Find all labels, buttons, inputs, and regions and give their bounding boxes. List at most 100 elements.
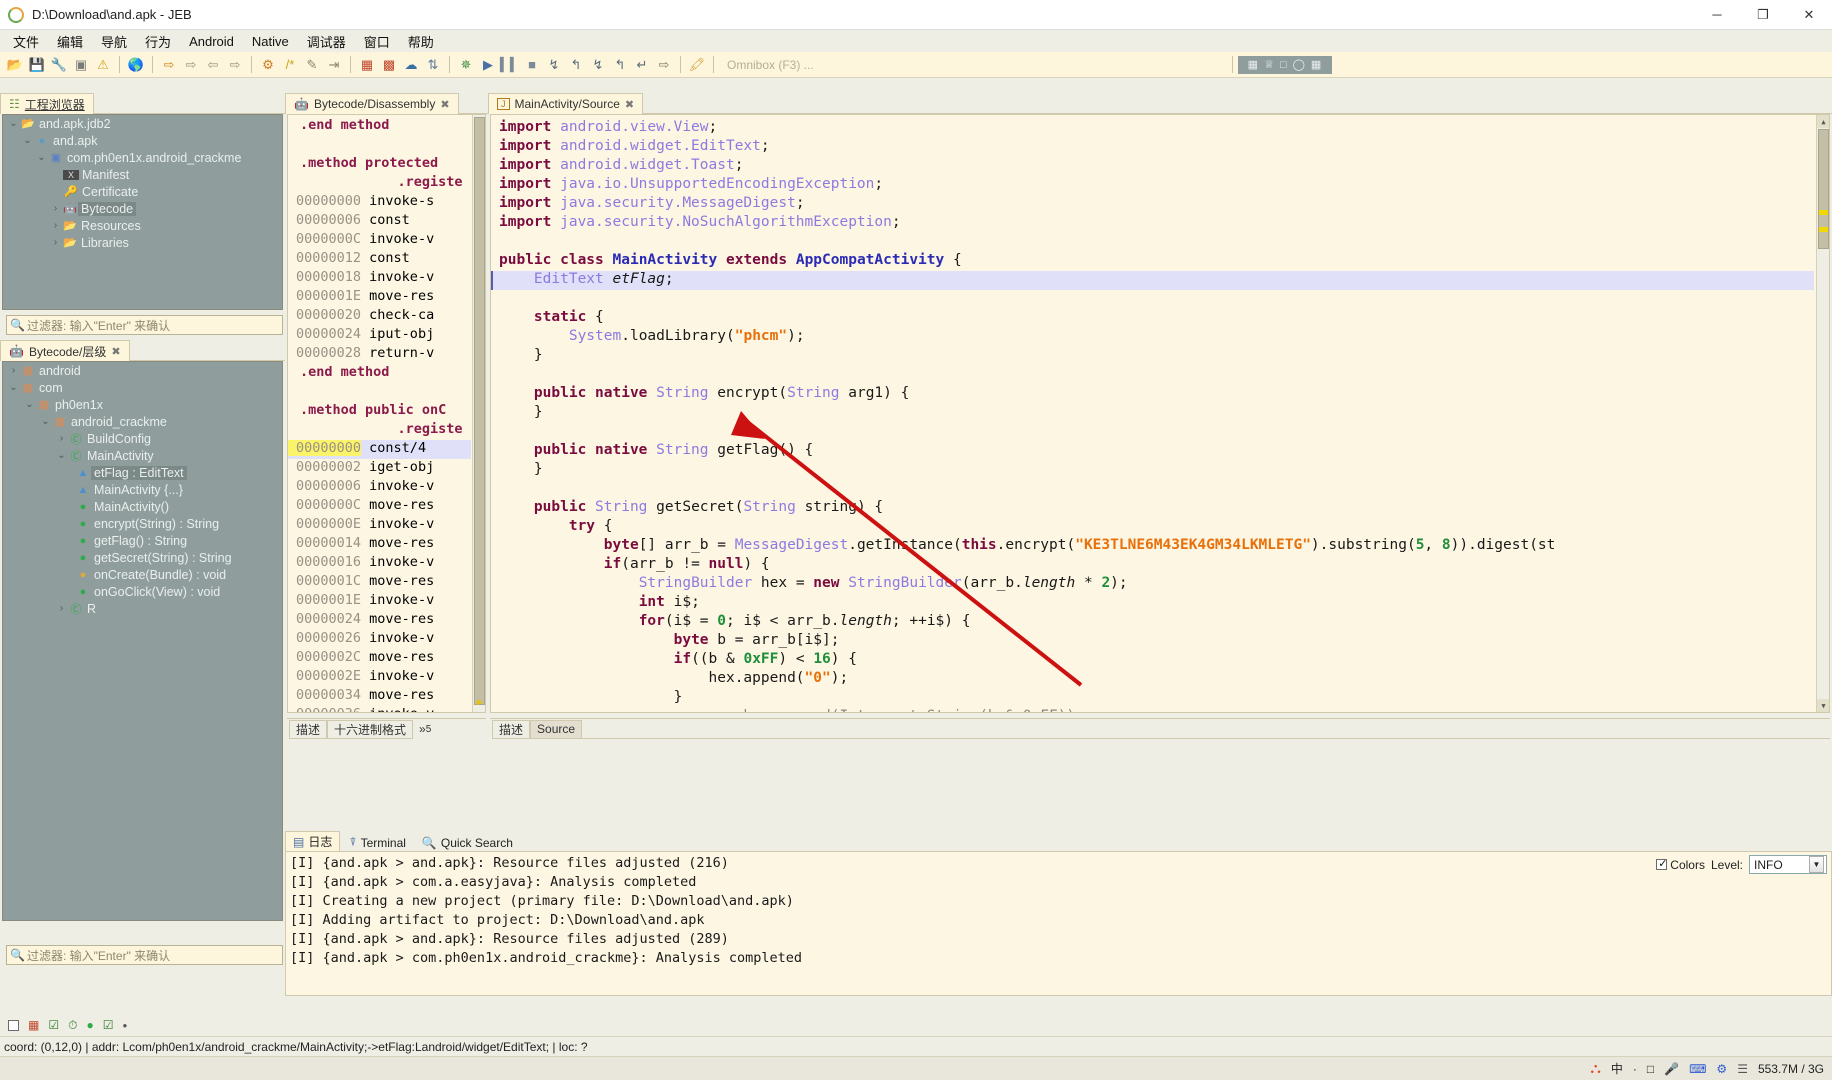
- chevron-down-icon[interactable]: ⌄: [35, 152, 48, 163]
- open-folder-icon[interactable]: 📂: [4, 54, 26, 76]
- chevron-down-icon[interactable]: ⌄: [7, 118, 20, 129]
- hier-item-encrypt[interactable]: ● encrypt(String) : String: [3, 515, 282, 532]
- wrench-icon[interactable]: 🔧: [48, 54, 70, 76]
- menu-item-debugger[interactable]: 调试器: [298, 30, 355, 53]
- chevron-down-icon[interactable]: ⌄: [21, 135, 34, 146]
- forward-arrow-icon[interactable]: ⇨: [224, 54, 246, 76]
- memory-indicator[interactable]: 553.7M / 3G: [1758, 1062, 1824, 1076]
- package-icon[interactable]: ▣: [70, 54, 92, 76]
- chevron-right-icon[interactable]: ›: [7, 365, 20, 376]
- hierarchy-tree[interactable]: › ▦ android ⌄ ▦ com ⌄ ▦ ph0en1x ⌄ ▦ andr…: [2, 361, 283, 921]
- tree-item-bytecode[interactable]: › 🤖 Bytecode: [3, 200, 282, 217]
- chevron-right-icon[interactable]: ›: [49, 220, 62, 231]
- subtab-description[interactable]: 描述: [289, 719, 328, 739]
- tree-item-and-apk[interactable]: ⌄ ● and.apk: [3, 132, 282, 149]
- omnibox-input[interactable]: Omnibox (F3) ...: [719, 55, 1227, 75]
- hier-item-ph0en1x[interactable]: ⌄ ▦ ph0en1x: [3, 396, 282, 413]
- subtab-description[interactable]: 描述: [492, 719, 531, 739]
- menu-item-window[interactable]: 窗口: [355, 30, 399, 53]
- check-green-icon[interactable]: ☑: [48, 1018, 59, 1032]
- step-return-icon[interactable]: ↰: [565, 54, 587, 76]
- ime-toolbox-icon[interactable]: ⚙: [1716, 1062, 1727, 1076]
- tab-project-explorer[interactable]: ☷ 工程浏览器: [0, 93, 94, 114]
- subtab-source[interactable]: Source: [530, 719, 583, 739]
- bytecode-view[interactable]: .end method .method protected .registe 0…: [287, 114, 486, 713]
- tree-item-package[interactable]: ⌄ ▣ com.ph0en1x.android_crackme: [3, 149, 282, 166]
- step-over-icon[interactable]: ⇨: [180, 54, 202, 76]
- tab-quick-search[interactable]: 🔍 Quick Search: [415, 835, 520, 851]
- menu-item-native[interactable]: Native: [243, 32, 298, 51]
- step-return2-icon[interactable]: ↰: [609, 54, 631, 76]
- close-icon[interactable]: ✖: [625, 98, 634, 111]
- save-icon[interactable]: 💾: [26, 54, 48, 76]
- scroll-down-arrow-icon[interactable]: ▼: [1817, 699, 1829, 712]
- debug-bug-icon[interactable]: ✵: [455, 54, 477, 76]
- subtab-more[interactable]: » 5: [413, 720, 437, 739]
- ime-shape-icon[interactable]: □: [1647, 1062, 1654, 1076]
- dot-green-icon[interactable]: ●: [86, 1018, 93, 1032]
- globe-icon[interactable]: 🌎: [125, 54, 147, 76]
- chevron-down-icon[interactable]: ⌄: [7, 382, 20, 393]
- checkbox-icon[interactable]: [8, 1019, 19, 1031]
- hier-item-android[interactable]: › ▦ android: [3, 362, 282, 379]
- chevron-right-icon[interactable]: ›: [55, 603, 68, 614]
- bytecode-vertical-scrollbar[interactable]: [472, 115, 485, 712]
- hier-item-ongoclick[interactable]: ● onGoClick(View) : void: [3, 583, 282, 600]
- ime-keyboard-icon[interactable]: ⌨: [1689, 1062, 1706, 1076]
- export-icon[interactable]: ⇥: [323, 54, 345, 76]
- tab-terminal[interactable]: ⍒ Terminal: [342, 834, 413, 851]
- chevron-right-icon[interactable]: ›: [55, 433, 68, 444]
- step-down2-icon[interactable]: ↯: [587, 54, 609, 76]
- hier-item-android-crackme[interactable]: ⌄ ▦ android_crackme: [3, 413, 282, 430]
- minimize-button[interactable]: ─: [1694, 0, 1740, 30]
- menu-item-edit[interactable]: 编辑: [48, 30, 92, 53]
- log-level-select[interactable]: INFO ▼: [1749, 855, 1827, 874]
- menu-item-file[interactable]: 文件: [4, 30, 48, 53]
- ime-mode-chinese[interactable]: 中: [1611, 1060, 1623, 1077]
- hier-item-buildconfig[interactable]: › Ⓒ BuildConfig: [3, 430, 282, 447]
- step-down-icon[interactable]: ↯: [543, 54, 565, 76]
- hier-item-etflag[interactable]: ▲ etFlag : EditText: [3, 464, 282, 481]
- close-icon[interactable]: ✖: [440, 98, 449, 111]
- step-branch-icon[interactable]: ↵: [631, 54, 653, 76]
- hier-item-getflag[interactable]: ● getFlag() : String: [3, 532, 282, 549]
- highlighter-icon[interactable]: 🖍: [686, 54, 708, 76]
- comment-icon[interactable]: /*: [279, 54, 301, 76]
- pause-icon[interactable]: ▍▍: [499, 54, 521, 76]
- tab-bytecode-hierarchy[interactable]: 🤖 Bytecode/层级 ✖: [0, 340, 130, 361]
- project-filter-input[interactable]: 🔍 过滤器: 输入"Enter" 来确认: [6, 315, 283, 335]
- colors-checkbox[interactable]: ✓ Colors: [1656, 858, 1705, 872]
- hier-item-mainactivity[interactable]: ⌄ Ⓒ MainActivity: [3, 447, 282, 464]
- menu-item-action[interactable]: 行为: [136, 30, 180, 53]
- hier-item-getsecret[interactable]: ● getSecret(String) : String: [3, 549, 282, 566]
- chevron-down-icon[interactable]: ▼: [1809, 856, 1824, 873]
- hierarchy-filter-input[interactable]: 🔍 过滤器: 输入"Enter" 来确认: [6, 945, 283, 965]
- scrollbar-thumb[interactable]: [474, 117, 485, 705]
- tree-item-manifest[interactable]: X Manifest: [3, 166, 282, 183]
- grid-icon[interactable]: ▦: [356, 54, 378, 76]
- menu-item-help[interactable]: 帮助: [399, 30, 443, 53]
- tab-bytecode-disassembly[interactable]: 🤖 Bytecode/Disassembly ✖: [285, 93, 459, 114]
- log-output[interactable]: [I] {and.apk > and.apk}: Resource files …: [285, 851, 1832, 996]
- sort-icon[interactable]: ⇅: [422, 54, 444, 76]
- source-vertical-scrollbar[interactable]: ▲ ▼: [1816, 115, 1829, 712]
- warning-icon[interactable]: ⚠: [92, 54, 114, 76]
- check2-icon[interactable]: ☑: [103, 1018, 114, 1032]
- source-code-view[interactable]: import android.view.View; import android…: [490, 114, 1830, 713]
- menu-item-android[interactable]: Android: [180, 32, 243, 51]
- close-button[interactable]: ✕: [1786, 0, 1832, 30]
- chevron-right-icon[interactable]: ›: [49, 237, 62, 248]
- tab-mainactivity-source[interactable]: J MainActivity/Source ✖: [488, 93, 644, 114]
- tree-item-certificate[interactable]: 🔑 Certificate: [3, 183, 282, 200]
- tab-log[interactable]: ▤ 日志: [285, 831, 341, 851]
- hier-item-oncreate[interactable]: ● onCreate(Bundle) : void: [3, 566, 282, 583]
- tree-item-libraries[interactable]: › 📂 Libraries: [3, 234, 282, 251]
- project-tree[interactable]: ⌄ 📂 and.apk.jdb2 ⌄ ● and.apk ⌄ ▣ com.ph0…: [2, 114, 283, 310]
- back-arrow-icon[interactable]: ⇦: [202, 54, 224, 76]
- hier-item-com[interactable]: ⌄ ▦ com: [3, 379, 282, 396]
- sogou-ime-icon[interactable]: ⛬: [1590, 1060, 1601, 1077]
- chevron-down-icon[interactable]: ⌄: [39, 416, 52, 427]
- grid-dots-icon[interactable]: ▩: [378, 54, 400, 76]
- grid-icon[interactable]: ▦: [28, 1018, 39, 1032]
- tree-item-and-apk-jdb2[interactable]: ⌄ 📂 and.apk.jdb2: [3, 115, 282, 132]
